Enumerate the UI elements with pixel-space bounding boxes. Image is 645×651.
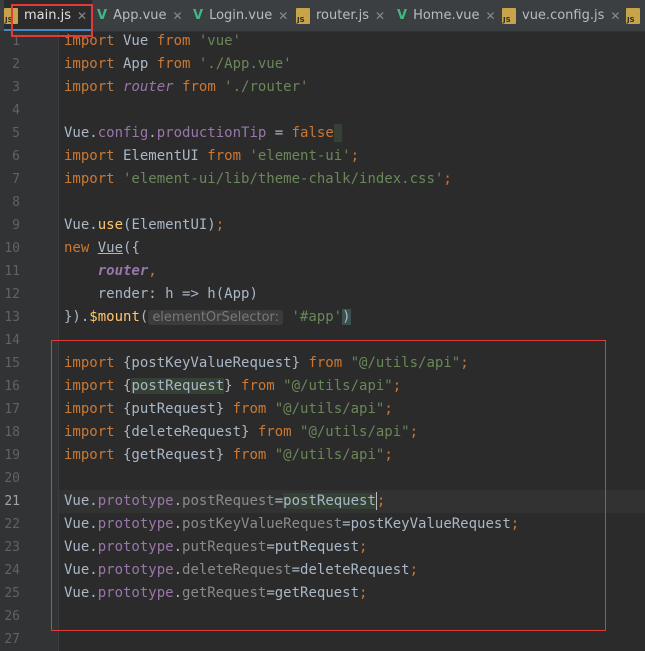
line-number: 4 [12, 103, 20, 118]
vue-file-icon: V [97, 8, 108, 23]
code-line-5: Vue.config.productionTip = false [64, 122, 342, 145]
line-number: 13 [4, 310, 20, 325]
text-cursor-block [333, 124, 342, 142]
tab-app-vue[interactable]: V App.vue ✕ [97, 0, 183, 31]
line-number: 14 [4, 333, 20, 348]
code-editor[interactable]: import Vue from 'vue' import App from '.… [59, 32, 645, 651]
line-number-gutter: 1 2 3 4 5 6 7 8 9 10 11 12 13 14 15 16 1… [0, 32, 59, 651]
line-number-current: 21 [4, 494, 20, 509]
code-line-23: Vue.prototype.putRequest=putRequest; [64, 539, 368, 555]
close-icon[interactable]: ✕ [173, 9, 183, 23]
code-line-25: Vue.prototype.getRequest=getRequest; [64, 585, 368, 601]
vue-file-icon: V [397, 8, 408, 23]
line-number: 12 [4, 287, 20, 302]
line-number: 17 [4, 402, 20, 417]
close-icon[interactable]: ✕ [486, 9, 496, 23]
code-line-21: Vue.prototype.postRequest=postRequest; [64, 492, 386, 510]
line-number: 1 [12, 34, 20, 49]
line-number: 18 [4, 425, 20, 440]
js-file-icon [296, 7, 310, 24]
tab-label: Login.vue [209, 8, 273, 23]
line-number: 10 [4, 241, 20, 256]
tab-label: Home.vue [413, 8, 480, 23]
tab-main-js[interactable]: main.js ✕ [4, 0, 92, 31]
line-number: 16 [4, 379, 20, 394]
close-icon[interactable]: ✕ [375, 9, 385, 23]
tab-login-vue[interactable]: V Login.vue ✕ [193, 0, 288, 31]
code-line-19: import {getRequest} from "@/utils/api"; [64, 447, 393, 463]
code-line-11: router, [97, 263, 157, 279]
tab-label: main.js [24, 8, 71, 23]
line-number: 15 [4, 356, 20, 371]
close-icon[interactable]: ✕ [278, 9, 288, 23]
line-number: 7 [12, 172, 20, 187]
tab-label: vue.config.js [522, 8, 605, 23]
line-number: 5 [12, 126, 20, 141]
line-number: 9 [12, 218, 20, 233]
line-number: 8 [12, 195, 20, 210]
close-icon[interactable]: ✕ [610, 9, 620, 23]
line-number: 6 [12, 149, 20, 164]
line-number: 3 [12, 80, 20, 95]
tab-overflow[interactable] [626, 0, 645, 31]
line-number: 25 [4, 586, 20, 601]
line-number: 2 [12, 57, 20, 72]
code-line-12: render: h => h(App) [97, 286, 258, 302]
line-number: 11 [4, 264, 20, 279]
line-number: 23 [4, 540, 20, 555]
close-icon[interactable]: ✕ [77, 9, 87, 23]
code-line-22: Vue.prototype.postKeyValueRequest=postKe… [64, 516, 520, 532]
tab-vue-config-js[interactable]: vue.config.js ✕ [502, 0, 620, 31]
code-line-10: new Vue({ [64, 240, 140, 256]
code-line-24: Vue.prototype.deleteRequest=deleteReques… [64, 562, 419, 578]
code-line-3: import router from './router' [64, 79, 309, 95]
code-line-17: import {putRequest} from "@/utils/api"; [64, 401, 393, 417]
js-file-icon [4, 7, 18, 24]
line-number: 22 [4, 517, 20, 532]
parameter-hint: elementOrSelector: [148, 310, 284, 325]
line-number: 19 [4, 448, 20, 463]
code-line-9: Vue.use(ElementUI); [64, 217, 225, 233]
code-line-6: import ElementUI from 'element-ui'; [64, 148, 360, 164]
tab-label: App.vue [113, 8, 167, 23]
code-line-7: import 'element-ui/lib/theme-chalk/index… [64, 171, 452, 187]
line-number: 24 [4, 563, 20, 578]
line-number: 27 [4, 632, 20, 647]
editor-tab-bar: main.js ✕ V App.vue ✕ V Login.vue ✕ rout… [0, 0, 645, 32]
code-line-15: import {postKeyValueRequest} from "@/uti… [64, 355, 469, 371]
code-line-16: import {postRequest} from "@/utils/api"; [64, 378, 402, 394]
code-line-13: }).$mount(elementOrSelector: '#app') [64, 309, 351, 325]
tab-label: router.js [316, 8, 370, 23]
js-file-icon [626, 7, 640, 24]
code-line-18: import {deleteRequest} from "@/utils/api… [64, 424, 419, 440]
js-file-icon [502, 7, 516, 24]
tab-router-js[interactable]: router.js ✕ [296, 0, 385, 31]
line-number: 20 [4, 471, 20, 486]
vue-file-icon: V [193, 8, 204, 23]
line-number: 26 [4, 609, 20, 624]
tab-home-vue[interactable]: V Home.vue ✕ [397, 0, 496, 31]
code-line-1: import Vue from 'vue' [64, 33, 242, 49]
code-line-2: import App from './App.vue' [64, 56, 292, 72]
